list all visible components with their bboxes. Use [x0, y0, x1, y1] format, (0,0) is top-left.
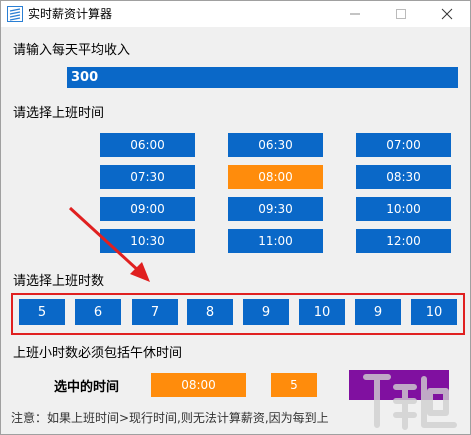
- close-icon: [441, 8, 453, 20]
- hours-option-5[interactable]: 9: [243, 299, 289, 325]
- hours-option-2[interactable]: 6: [75, 299, 121, 325]
- lunch-note: 上班小时数必须包括午休时间: [13, 346, 183, 361]
- hours-option-7[interactable]: 9: [355, 299, 401, 325]
- app-logo-icon: [7, 6, 23, 22]
- time-option-0730[interactable]: 07:30: [100, 165, 195, 189]
- close-button[interactable]: [424, 1, 470, 27]
- time-option-1200[interactable]: 12:00: [356, 229, 451, 253]
- selected-time-display: 08:00: [151, 373, 246, 397]
- maximize-button[interactable]: [378, 1, 424, 27]
- minimize-button[interactable]: [332, 1, 378, 27]
- time-option-0800[interactable]: 08:00: [228, 165, 323, 189]
- maximize-icon: [396, 9, 406, 19]
- time-option-0930[interactable]: 09:30: [228, 197, 323, 221]
- window-title: 实时薪资计算器: [28, 7, 113, 21]
- time-option-0900[interactable]: 09:00: [100, 197, 195, 221]
- time-option-0830[interactable]: 08:30: [356, 165, 451, 189]
- income-label: 请输入每天平均收入: [13, 43, 131, 58]
- title-bar[interactable]: 实时薪资计算器: [1, 1, 470, 27]
- time-option-0600[interactable]: 06:00: [100, 133, 195, 157]
- time-option-1000[interactable]: 10:00: [356, 197, 451, 221]
- time-option-0700[interactable]: 07:00: [356, 133, 451, 157]
- hours-option-1[interactable]: 5: [19, 299, 65, 325]
- selection-label: 选中的时间: [54, 380, 120, 395]
- start-time-label: 请选择上班时间: [13, 106, 105, 121]
- hours-option-6[interactable]: 10: [299, 299, 345, 325]
- selected-hours-display: 5: [271, 373, 317, 397]
- time-option-1030[interactable]: 10:30: [100, 229, 195, 253]
- work-hours-label: 请选择上班时数: [13, 274, 105, 289]
- hours-option-4[interactable]: 8: [187, 299, 233, 325]
- hours-option-3[interactable]: 7: [132, 299, 178, 325]
- notice-text: 注意：如果上班时间>现行时间,则无法计算薪资,因为每到上: [11, 411, 329, 425]
- minimize-icon: [350, 13, 360, 15]
- income-input[interactable]: [67, 67, 458, 88]
- hours-option-8[interactable]: 10: [411, 299, 457, 325]
- watermark-logo-icon: [363, 374, 457, 430]
- time-option-0630[interactable]: 06:30: [228, 133, 323, 157]
- time-option-1100[interactable]: 11:00: [228, 229, 323, 253]
